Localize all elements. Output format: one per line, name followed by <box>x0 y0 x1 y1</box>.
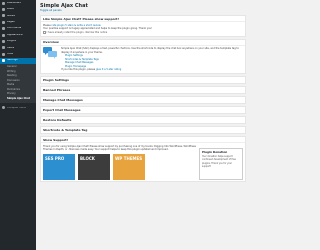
panel-shortcode-template-tag[interactable]: Shortcode & Template Tag <box>40 126 246 135</box>
media-icon <box>2 14 5 18</box>
panel-plugin-settings[interactable]: Plugin Settings <box>40 76 246 85</box>
donation-box: Plugin Donation Your donation helps supp… <box>199 147 243 180</box>
overview-text: Simple Ajax Chat (SAC) displays a fast, … <box>61 47 239 54</box>
book-list: SES PRO BLOCK WP THEMES <box>43 153 196 180</box>
panel-restore-defaults[interactable]: Restore Defaults <box>40 116 246 125</box>
panel-manage-chat-messages[interactable]: Manage Chat Messages <box>40 96 246 105</box>
book-title: WP THEMES <box>115 155 143 161</box>
overview-footer-prefix: If you like this plugin, please <box>61 68 96 72</box>
user-icon <box>2 46 5 50</box>
donation-text: Your donation helps support continued de… <box>202 155 236 168</box>
sidebar-item-label: Appearance <box>7 33 23 36</box>
submenu-simple-ajax-chat[interactable]: Simple Ajax Chat <box>0 97 36 102</box>
brush-icon <box>2 33 5 37</box>
panel-title[interactable]: Banned Phrases <box>41 87 245 93</box>
wrench-icon <box>2 52 5 56</box>
panel-export-chat-messages[interactable]: Export Chat Messages <box>40 106 246 115</box>
comment-icon <box>2 27 5 31</box>
rating-link[interactable]: give it a 5-star rating <box>96 68 121 71</box>
dismiss-label: I have already rated the plugin, dismiss… <box>46 30 108 34</box>
dismiss-row: I have already rated the plugin, dismiss… <box>43 31 243 35</box>
donation-title: Plugin Donation <box>202 149 228 154</box>
book-cover[interactable]: WP THEMES <box>113 153 145 180</box>
support-notice: Like Simple Ajax Chat? Please show suppo… <box>40 15 246 37</box>
sidebar-item-label: Media <box>7 14 15 17</box>
chat-bubble-icon <box>43 47 57 60</box>
show-support-text: Thank you for using Simple Ajax Chat! Pl… <box>43 144 196 152</box>
toggle-all-panels-link[interactable]: Toggle all panels <box>40 9 246 13</box>
sidebar-item-label: Plugins <box>7 40 17 43</box>
panel-title[interactable]: Plugin Settings <box>41 77 245 83</box>
panel-title[interactable]: Export Chat Messages <box>41 107 245 113</box>
panel-banned-phrases[interactable]: Banned Phrases <box>40 86 246 95</box>
main-content: Simple Ajax Chat Toggle all panels Like … <box>36 0 250 250</box>
book-cover[interactable]: BLOCK <box>78 153 110 180</box>
overview-panel: Overview Simple Ajax Chat (SAC) displays… <box>40 38 246 75</box>
panel-title[interactable]: Restore Defaults <box>41 117 245 123</box>
sidebar-item-label: Dashboard <box>7 1 22 4</box>
plug-icon <box>2 40 5 44</box>
book-cover[interactable]: SES PRO <box>43 153 75 180</box>
overview-links: Plugin Settings Shortcodes & Template Ta… <box>61 54 243 68</box>
settings-submenu: General Writing Reading Discussion Media… <box>0 63 36 103</box>
sidebar-item-label: Pages <box>7 21 15 24</box>
page-icon <box>2 20 5 24</box>
sidebar-item-label: Settings <box>7 59 18 62</box>
collapse-icon <box>2 106 5 110</box>
panel-title[interactable]: Manage Chat Messages <box>41 97 245 103</box>
show-support-panel: Show Support! Thank you for using Simple… <box>40 136 246 183</box>
rate-plugin-link[interactable]: rate plugin 5 stars & write a short revi… <box>52 24 101 27</box>
settings-icon <box>2 59 5 63</box>
overview-footer: If you like this plugin, please give it … <box>61 68 243 72</box>
dashboard-icon <box>2 1 5 5</box>
dismiss-checkbox[interactable] <box>43 31 46 34</box>
admin-sidebar: Dashboard Posts Media Pages Comments App… <box>0 0 36 250</box>
panel-title[interactable]: Shortcode & Template Tag <box>41 127 245 133</box>
sidebar-item-label: Users <box>7 46 15 49</box>
sidebar-item-label: Comments <box>7 27 22 30</box>
book-title: SES PRO <box>45 155 65 161</box>
sidebar-item-label: Posts <box>7 8 14 11</box>
support-prefix: Please <box>43 23 51 27</box>
pin-icon <box>2 8 5 12</box>
collapse-menu-button[interactable]: Collapse menu <box>0 105 36 111</box>
sidebar-item-label: Tools <box>7 53 14 56</box>
book-title: BLOCK <box>80 155 95 161</box>
collapse-label: Collapse menu <box>7 106 27 109</box>
